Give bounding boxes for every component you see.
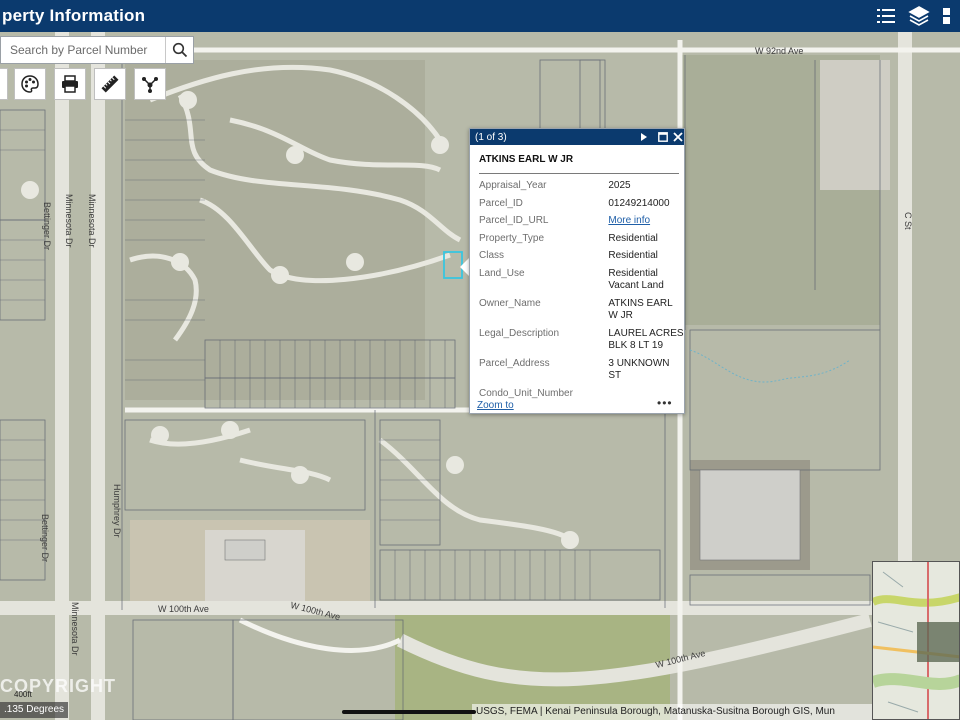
road-label-minnesota-3: Minnesota Dr [70,602,80,656]
attribute-row: Parcel_ID 01249214000 [470,198,684,215]
print-icon [62,75,78,93]
list-icon[interactable] [874,4,898,28]
attribute-key: Property_Type [479,233,545,244]
road-label-c-st: C St [903,212,913,230]
search-icon [172,42,187,58]
popup-title: ATKINS EARL W JR [479,154,574,165]
measure-ruler-icon [101,75,119,93]
attribute-row: Legal_Description LAUREL ACRES BLK 8 LT … [470,328,684,358]
attribute-row: Parcel_ID_URL More info [470,215,684,233]
scale-degrees: .135 Degrees [0,702,69,718]
locate-button[interactable] [0,68,8,100]
attribute-value: LAUREL ACRES BLK 8 LT 19 [608,328,684,351]
popup-pointer [460,258,469,276]
basemap-grid-icon[interactable] [940,4,960,28]
close-icon [673,132,683,142]
attribute-value: Residential [608,250,658,261]
road-label-w100-a: W 100th Ave [158,604,209,614]
next-feature-button[interactable] [638,131,650,143]
attribute-key: Parcel_Address [479,358,550,369]
overview-map-graphic [873,562,960,719]
popup-header: (1 of 3) [470,129,684,145]
parcel-search [0,36,194,64]
search-button[interactable] [165,37,193,63]
more-actions-button[interactable]: ••• [657,396,673,410]
overview-extent[interactable] [917,622,960,662]
more-info-link[interactable]: More info [608,215,684,233]
road-label-w92: W 92nd Ave [755,46,804,56]
close-button[interactable] [672,131,684,143]
measure-button[interactable] [94,68,126,100]
play-next-icon [641,133,647,141]
app-header: perty Information [0,0,960,32]
maximize-button[interactable] [657,131,669,143]
attribute-value: ATKINS EARL W JR [608,298,673,321]
title-divider [479,173,679,174]
road-label-bettinger-2: Bettinger Dr [40,514,50,563]
attribute-key: Owner_Name [479,298,541,309]
attribute-key: Class [479,250,505,261]
attribute-key: Appraisal_Year [479,180,547,191]
attribute-row: Class Residential [470,250,684,268]
home-indicator[interactable] [342,710,476,714]
share-button[interactable] [134,68,166,100]
road-label-bettinger-1: Bettinger Dr [42,202,52,251]
parcel-popup: (1 of 3) ATKINS EARL W JR Appraisal_Year… [469,128,685,414]
attribute-value: 2025 [608,180,631,191]
attribute-value: 3 UNKNOWN ST [608,358,670,381]
attribute-value [608,388,684,402]
map-attribution[interactable]: USGS, FEMA | Kenai Peninsula Borough, Ma… [472,704,872,720]
scale-ft-label: 400ft [14,690,32,699]
attribute-row: Parcel_Address 3 UNKNOWN ST [470,358,684,388]
attribute-key: Parcel_ID_URL [479,215,549,226]
attribute-row: Appraisal_Year 2025 [470,180,684,198]
attribute-row: Property_Type Residential [470,233,684,250]
attribute-key: Land_Use [479,268,525,279]
maximize-icon [658,132,668,142]
print-button[interactable] [54,68,86,100]
zoom-to-link[interactable]: Zoom to [477,400,514,411]
road-label-humphrey: Humphrey Dr [112,484,122,538]
palette-button[interactable] [14,68,46,100]
road-label-minnesota-1: Minnesota Dr [64,194,74,248]
attribute-value: Residential [608,233,658,244]
overview-map[interactable] [872,561,960,720]
search-input[interactable] [1,37,165,63]
layers-icon[interactable] [907,4,931,28]
attribute-key: Parcel_ID [479,198,523,209]
attribute-value: Residential Vacant Land [608,268,664,291]
attribute-key: Legal_Description [479,328,560,339]
share-icon [142,77,158,93]
attribute-list: Appraisal_Year 2025 Parcel_ID 0124921400… [470,180,684,402]
popup-counter: (1 of 3) [475,131,507,143]
attribute-value: 01249214000 [608,198,670,209]
attribute-row: Owner_Name ATKINS EARL W JR [470,298,684,328]
attribute-row: Land_Use Residential Vacant Land [470,268,684,298]
app-title: perty Information [2,6,146,25]
road-label-minnesota-2: Minnesota Dr [87,194,97,248]
palette-icon [21,75,39,93]
